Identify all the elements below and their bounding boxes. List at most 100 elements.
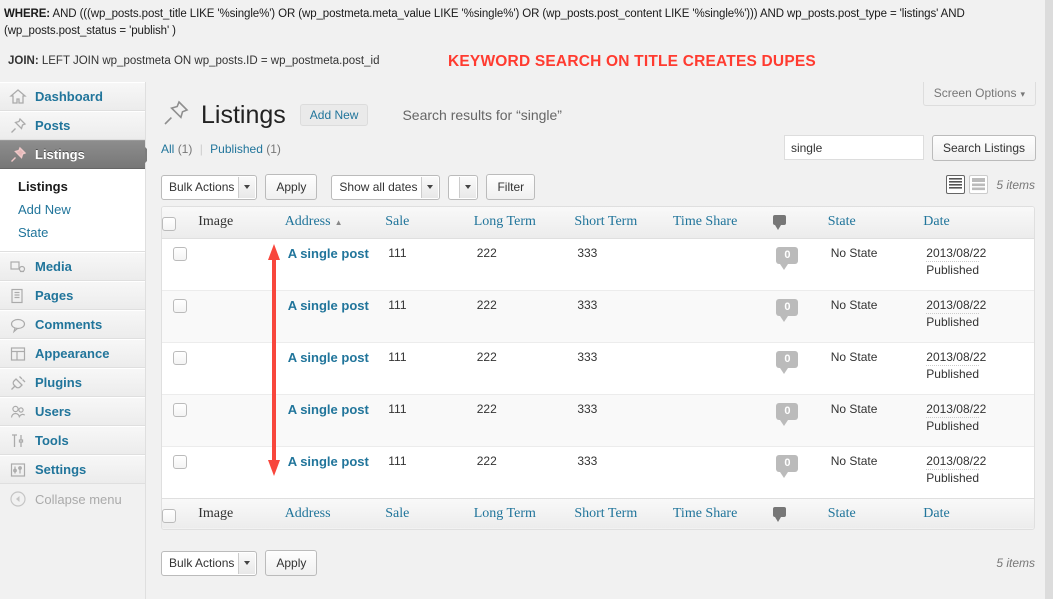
row-title-link[interactable]: A single post [288, 298, 369, 313]
row-title-link[interactable]: A single post [288, 350, 369, 365]
sidebar-item-comments[interactable]: Comments [0, 310, 145, 339]
column-header-long-term[interactable]: Long Term [473, 207, 575, 239]
apply-button-bottom[interactable]: Apply [265, 550, 318, 576]
row-image-cell [198, 393, 285, 446]
add-new-button[interactable]: Add New [299, 103, 369, 126]
row-select-cell [162, 445, 199, 498]
column-header-state[interactable]: State [827, 207, 924, 239]
select-all-checkbox[interactable] [162, 217, 176, 232]
row-title-link[interactable]: A single post [288, 246, 369, 261]
column-footer-long-term[interactable]: Long Term [473, 497, 575, 529]
comment-count-bubble[interactable]: 0 [776, 298, 799, 322]
sql-where-text: AND (((wp_posts.post_title LIKE '%single… [50, 8, 965, 20]
settings-icon [9, 461, 27, 479]
table-nav-top: Bulk Actions Apply Show all dates Filter [161, 174, 1035, 204]
sidebar-item-users[interactable]: Users [0, 397, 145, 426]
table-nav-bottom-right: 5 items [996, 555, 1035, 570]
sidebar-item-settings[interactable]: Settings [0, 455, 145, 484]
date-filter-select[interactable]: Show all dates [331, 174, 441, 200]
column-header-time-share[interactable]: Time Share [672, 207, 774, 239]
collapse-menu-label: Collapse menu [35, 491, 122, 507]
sidebar-item-listings[interactable]: Listings [0, 140, 153, 169]
list-view-icon[interactable] [946, 175, 966, 194]
sidebar-item-appearance[interactable]: Appearance [0, 339, 145, 368]
submenu-item-listings[interactable]: Listings [0, 175, 145, 198]
row-status-value: Published [926, 416, 979, 433]
sidebar-item-dashboard[interactable]: Dashboard [0, 82, 145, 111]
submenu-item-add-new[interactable]: Add New [0, 198, 145, 221]
row-long-term-cell: 222 [473, 393, 575, 446]
column-footer-time-share[interactable]: Time Share [672, 497, 774, 529]
submenu-item-state[interactable]: State [0, 221, 145, 244]
search-input[interactable] [783, 135, 924, 160]
view-switch [942, 175, 989, 194]
row-short-term-cell: 333 [574, 289, 673, 342]
column-header-sale[interactable]: Sale [385, 207, 474, 239]
column-footer-state[interactable]: State [827, 497, 924, 529]
search-listings-button[interactable]: Search Listings [931, 135, 1036, 161]
filter-link-all[interactable]: All [161, 142, 174, 156]
extra-filter-select[interactable] [448, 174, 479, 200]
sidebar-item-tools[interactable]: Tools [0, 426, 145, 455]
table-row[interactable]: A single post 111 222 333 0 No State 2013/08/2… [162, 393, 1034, 446]
row-time-share-cell [672, 341, 774, 394]
table-row[interactable]: A single post 111 222 333 0 No State 2013/08/2… [162, 445, 1034, 498]
sidebar-item-plugins[interactable]: Plugins [0, 368, 145, 397]
row-short-term-cell: 333 [574, 393, 673, 446]
table-row[interactable]: A single post 111 222 333 0 No State 2013/08/2… [162, 289, 1034, 342]
column-header-date[interactable]: Date [923, 207, 1034, 239]
table-body: A single post 111 222 333 0 No State 2013/08/2… [162, 238, 1034, 498]
row-title-link[interactable]: A single post [288, 402, 369, 417]
filter-link-published[interactable]: Published [210, 142, 263, 156]
chevron-down-icon [238, 552, 256, 574]
table-row[interactable]: A single post 111 222 333 0 No State 2013/08/2… [162, 238, 1034, 290]
column-header-short-term[interactable]: Short Term [574, 207, 673, 239]
filter-button[interactable]: Filter [486, 174, 536, 200]
sidebar-item-media[interactable]: Media [0, 252, 145, 281]
row-checkbox[interactable] [172, 350, 187, 365]
column-header-comments[interactable] [773, 207, 828, 239]
tools-icon [9, 432, 27, 450]
row-title-link[interactable]: A single post [288, 454, 369, 469]
row-date-value: 2013/08/22 [926, 245, 987, 260]
comment-count-bubble[interactable]: 0 [776, 246, 799, 270]
row-short-term-cell: 333 [574, 445, 673, 498]
row-short-term-cell: 333 [574, 341, 673, 394]
row-state-cell: No State [830, 245, 878, 260]
sidebar-item-posts[interactable]: Posts [0, 111, 145, 140]
table-row[interactable]: A single post 111 222 333 0 No State 2013/08/2… [162, 341, 1034, 394]
row-image-cell [198, 341, 285, 394]
sidebar-item-label: Appearance [35, 346, 110, 361]
row-checkbox[interactable] [172, 246, 187, 261]
row-comments-cell: 0 [773, 393, 828, 446]
column-footer-comments[interactable] [773, 497, 828, 529]
screen-options-button[interactable]: Screen Options ▾ [922, 82, 1036, 106]
column-header-address[interactable]: Address ▲ [284, 207, 386, 239]
bulk-actions-select-bottom[interactable]: Bulk Actions [161, 550, 258, 576]
column-footer-address[interactable]: Address [284, 497, 386, 529]
collapse-menu-button[interactable]: Collapse menu [0, 484, 145, 514]
comment-count-bubble[interactable]: 0 [776, 350, 799, 374]
row-sale-cell: 111 [388, 245, 407, 260]
row-checkbox[interactable] [172, 454, 187, 469]
column-footer-date[interactable]: Date [923, 497, 1034, 529]
select-all-checkbox-footer[interactable] [162, 508, 176, 523]
column-footer-short-term[interactable]: Short Term [574, 497, 673, 529]
search-results-note: Search results for “single” [402, 106, 562, 123]
collapse-arrow-icon [9, 490, 27, 508]
excerpt-view-icon[interactable] [969, 175, 989, 194]
row-checkbox[interactable] [172, 402, 187, 417]
sidebar-item-pages[interactable]: Pages [0, 281, 145, 310]
comment-count-bubble[interactable]: 0 [776, 454, 799, 478]
sql-join-row: JOIN: LEFT JOIN wp_postmeta ON wp_posts.… [4, 53, 1049, 75]
comment-count-bubble[interactable]: 0 [776, 402, 799, 426]
column-footer-sale[interactable]: Sale [385, 497, 474, 529]
bulk-actions-select[interactable]: Bulk Actions [161, 174, 258, 200]
row-long-term-cell: 222 [473, 341, 575, 394]
apply-button-top[interactable]: Apply [265, 174, 318, 200]
row-select-cell [162, 289, 199, 342]
row-checkbox[interactable] [172, 298, 187, 313]
select-all-footer-header [162, 497, 199, 529]
row-comments-cell: 0 [773, 341, 828, 394]
row-status-value: Published [926, 312, 979, 329]
